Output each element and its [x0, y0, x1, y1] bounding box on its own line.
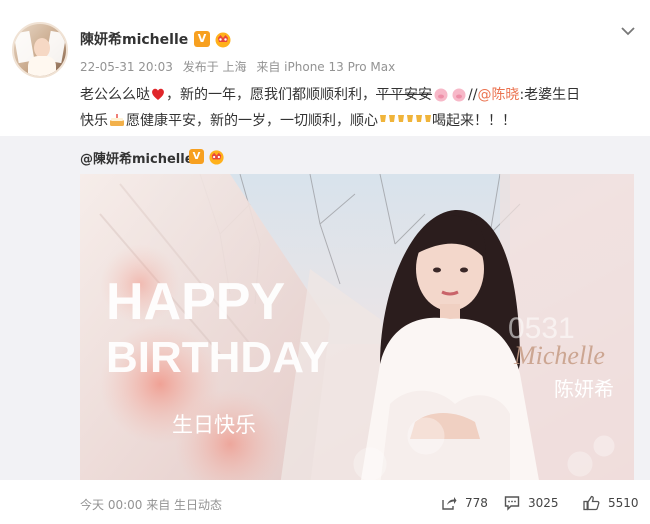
share-icon	[442, 497, 457, 510]
post-location: 发布于 上海	[182, 60, 247, 74]
weibo-post: 陳妍希michelle V 22-05-31 20:03 发布于 上海 来自 i…	[0, 0, 650, 524]
comment-icon	[504, 496, 520, 511]
birthday-photo-art: HAPPY BIRTHDAY 生日快乐 0531 Michelle 陈妍希	[80, 174, 634, 486]
avatar[interactable]	[12, 22, 68, 78]
footer-time[interactable]: 今天 00:00	[80, 498, 142, 512]
footer-source: 来自 生日动态	[146, 498, 223, 512]
photo-headline-happy: HAPPY	[106, 273, 285, 331]
member-crown-icon	[209, 150, 224, 165]
red-heart-icon	[152, 88, 164, 100]
share-count: 778	[465, 496, 488, 510]
text-segment: 喝起来！！！	[432, 113, 516, 129]
mention-link[interactable]: @陈晓	[477, 87, 519, 103]
chevron-down-icon[interactable]	[620, 24, 636, 38]
text-segment: ，新的一年，愿我们都顺顺利利，	[166, 87, 376, 103]
post-footer: 今天 00:00 来自 生日动态 778 3025 5510	[0, 480, 650, 524]
post-text-line-1: 老公么么哒 ，新的一年，愿我们都顺顺利利，平平安安//@陈晓:老婆生日	[80, 82, 635, 108]
post-source: 来自 iPhone 13 Pro Max	[256, 60, 396, 74]
repost-card[interactable]: @陳妍希michelle V HAPPY BIRTHDAY 生日快乐 0531 …	[0, 136, 650, 486]
birthday-photo[interactable]: HAPPY BIRTHDAY 生日快乐 0531 Michelle 陈妍希	[80, 174, 634, 486]
text-segment: 快乐	[80, 113, 108, 129]
footer-meta: 今天 00:00 来自 生日动态	[80, 496, 222, 513]
text-segment: :老婆生日	[519, 87, 581, 103]
post-timestamp[interactable]: 22-05-31 20:03	[80, 60, 173, 74]
post-username[interactable]: 陳妍希michelle	[80, 29, 188, 49]
comment-button[interactable]: 3025	[504, 493, 559, 513]
post-text: 老公么么哒 ，新的一年，愿我们都顺顺利利，平平安安//@陈晓:老婆生日 快乐 愿健康…	[80, 82, 635, 134]
thumbs-up-icon	[583, 495, 600, 511]
text-strikethrough: 平平安安	[376, 87, 432, 103]
text-segment: 老公么么哒	[80, 87, 150, 103]
photo-signature: Michelle	[513, 341, 605, 370]
clinking-glasses-icon	[380, 115, 431, 122]
text-segment: 愿健康平安，新的一岁，一切顺利，顺心	[126, 113, 378, 129]
birthday-cake-icon	[110, 114, 124, 126]
repost-username[interactable]: @陳妍希michelle	[80, 148, 194, 167]
post-meta: 22-05-31 20:03 发布于 上海 来自 iPhone 13 Pro M…	[80, 58, 401, 75]
photo-name-cn: 陈妍希	[554, 377, 614, 401]
member-crown-icon	[215, 32, 231, 48]
repost-verified-badge: V	[189, 149, 204, 164]
pig-face-icon	[434, 88, 466, 102]
share-button[interactable]: 778	[441, 493, 488, 513]
avatar-face	[34, 38, 50, 58]
photo-chinese-greeting: 生日快乐	[172, 413, 256, 437]
like-count: 5510	[608, 496, 639, 510]
like-button[interactable]: 5510	[583, 493, 639, 513]
photo-headline-birthday: BIRTHDAY	[106, 333, 329, 382]
post-text-line-2: 快乐 愿健康平安，新的一岁，一切顺利，顺心 喝起来！！！	[80, 108, 635, 134]
avatar-body	[28, 56, 56, 76]
comment-count: 3025	[528, 496, 559, 510]
verified-badge: V	[194, 31, 210, 47]
